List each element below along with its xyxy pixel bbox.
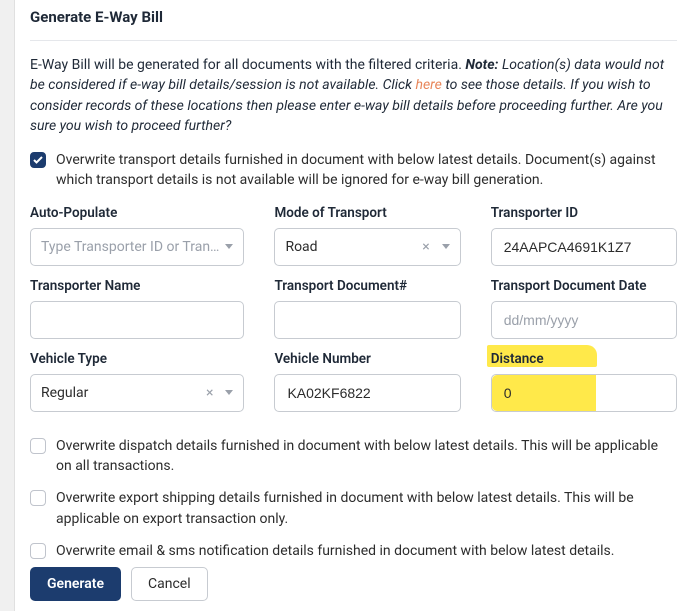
extra-checks: Overwrite dispatch details furnished in … — [30, 434, 677, 571]
chevron-down-icon — [225, 390, 233, 395]
distance-input[interactable] — [502, 375, 666, 411]
overwrite-dispatch-row: Overwrite dispatch details furnished in … — [30, 434, 677, 487]
vehicle-type-field: Vehicle Type Regular × — [30, 351, 244, 412]
cancel-button[interactable]: Cancel — [131, 567, 208, 601]
doc-num-label: Transport Document# — [274, 278, 460, 294]
background-strip — [0, 0, 15, 611]
mode-label: Mode of Transport — [274, 205, 460, 221]
transporter-name-field: Transporter Name — [30, 278, 244, 339]
overwrite-transport-label: Overwrite transport details furnished in… — [56, 150, 677, 191]
modal-footer: Generate Cancel — [30, 567, 208, 601]
vehicle-number-input[interactable] — [285, 375, 449, 411]
vehicle-type-select[interactable]: Regular × — [30, 374, 244, 412]
auto-populate-field: Auto-Populate Type Transporter ID or Tra… — [30, 205, 244, 266]
overwrite-transport-checkbox[interactable] — [30, 152, 46, 168]
auto-populate-select[interactable]: Type Transporter ID or Tran… — [30, 228, 244, 266]
vehicle-type-label: Vehicle Type — [30, 351, 244, 367]
generate-eway-modal: Generate E-Way Bill E-Way Bill will be g… — [15, 0, 692, 611]
overwrite-email-label: Overwrite email & sms notification detai… — [56, 541, 677, 561]
overwrite-export-row: Overwrite export shipping details furnis… — [30, 486, 677, 539]
overwrite-export-label: Overwrite export shipping details furnis… — [56, 488, 677, 529]
overwrite-dispatch-label: Overwrite dispatch details furnished in … — [56, 436, 677, 477]
doc-num-input-wrap — [274, 301, 460, 339]
transporter-id-input-wrap — [491, 228, 677, 266]
overwrite-export-checkbox[interactable] — [30, 490, 46, 506]
auto-populate-placeholder: Type Transporter ID or Tran… — [41, 239, 219, 255]
overwrite-dispatch-checkbox[interactable] — [30, 438, 46, 454]
clear-icon[interactable]: × — [422, 240, 429, 254]
chevron-down-icon — [225, 244, 233, 249]
doc-date-input[interactable] — [502, 302, 666, 338]
transporter-id-field: Transporter ID — [491, 205, 677, 266]
overwrite-email-checkbox[interactable] — [30, 543, 46, 559]
transporter-id-label: Transporter ID — [491, 205, 677, 221]
mode-select[interactable]: Road × — [274, 228, 460, 266]
note-label: Note: — [465, 57, 498, 73]
distance-input-wrap — [491, 374, 677, 412]
vehicle-number-field: Vehicle Number — [274, 351, 460, 412]
distance-label: Distance — [491, 351, 677, 367]
intro-plain: E-Way Bill will be generated for all doc… — [30, 57, 462, 73]
clear-icon[interactable]: × — [206, 386, 213, 400]
doc-date-input-wrap — [491, 301, 677, 339]
auto-populate-label: Auto-Populate — [30, 205, 244, 221]
vehicle-number-input-wrap — [274, 374, 460, 412]
transporter-name-input-wrap — [30, 301, 244, 339]
intro-text: E-Way Bill will be generated for all doc… — [30, 41, 677, 146]
doc-date-field: Transport Document Date — [491, 278, 677, 339]
mode-value: Road — [285, 239, 422, 255]
distance-field: Distance — [491, 351, 677, 412]
transporter-id-input[interactable] — [502, 229, 666, 265]
overwrite-transport-row: Overwrite transport details furnished in… — [30, 146, 677, 205]
mode-field: Mode of Transport Road × — [274, 205, 460, 266]
generate-button[interactable]: Generate — [30, 567, 121, 601]
chevron-down-icon — [442, 244, 450, 249]
transporter-name-input[interactable] — [41, 302, 233, 338]
transporter-name-label: Transporter Name — [30, 278, 244, 294]
doc-num-input[interactable] — [285, 302, 449, 338]
modal-title: Generate E-Way Bill — [30, 0, 677, 41]
vehicle-number-label: Vehicle Number — [274, 351, 460, 367]
doc-num-field: Transport Document# — [274, 278, 460, 339]
details-link[interactable]: here — [415, 77, 441, 93]
doc-date-label: Transport Document Date — [491, 278, 677, 294]
fields-grid: Auto-Populate Type Transporter ID or Tra… — [30, 205, 677, 412]
vehicle-type-value: Regular — [41, 385, 206, 401]
